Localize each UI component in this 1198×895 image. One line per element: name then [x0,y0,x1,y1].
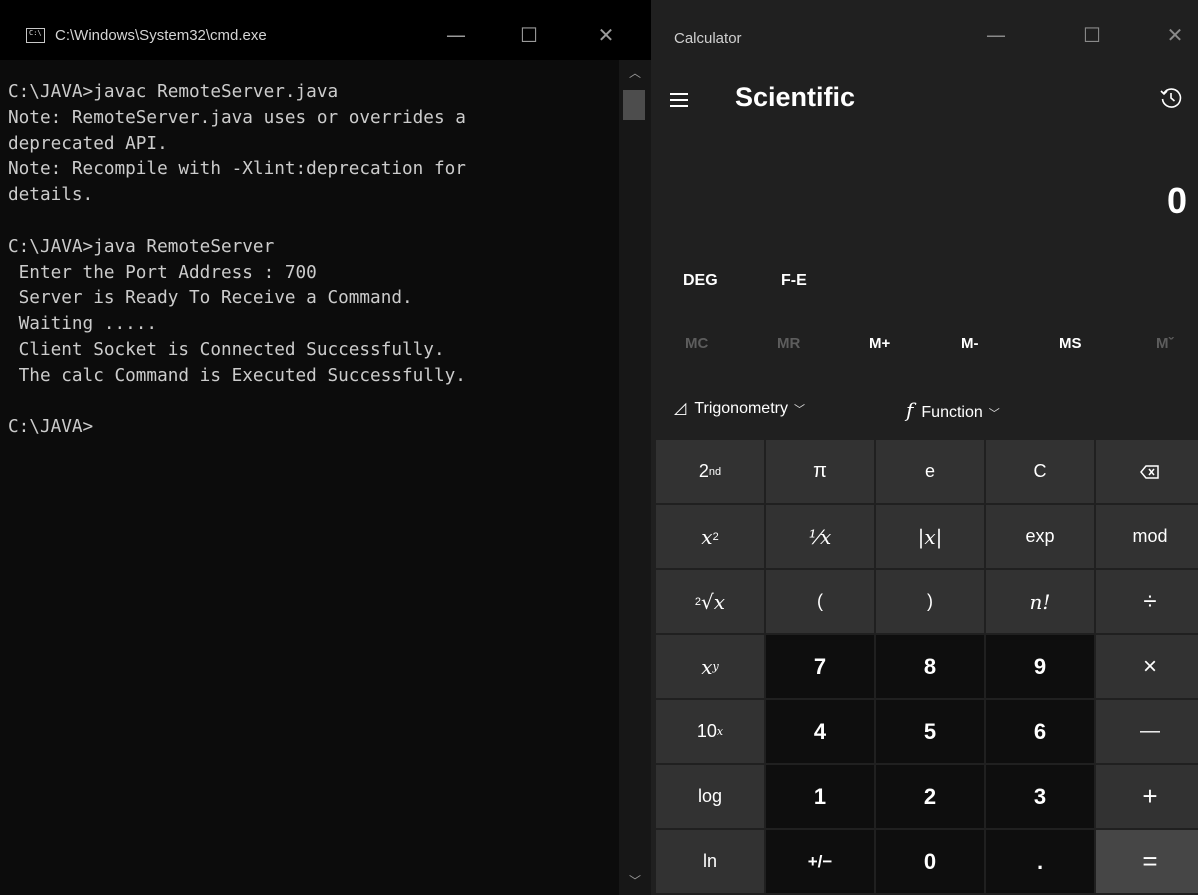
trigonometry-label: Trigonometry [694,400,788,417]
console-icon [26,28,45,43]
reciprocal-label: ⅟x [808,524,832,549]
equals-button[interactable]: = [1096,830,1198,893]
cmd-maximize-button[interactable]: ☐ [506,20,552,50]
log-button[interactable]: log [656,765,764,828]
second-sup: nd [708,465,722,478]
memory-add-button[interactable]: M+ [869,335,890,352]
subtract-button[interactable]: — [1096,700,1198,763]
trigonometry-dropdown[interactable]: ◿ Trigonometry ﹀ [674,398,805,418]
history-icon[interactable] [1159,86,1183,110]
memory-subtract-button[interactable]: M- [961,335,979,352]
factorial-label: n! [1029,589,1051,614]
cmd-close-button[interactable]: ✕ [583,20,629,50]
decimal-button[interactable]: . [986,830,1094,893]
memory-clear-button[interactable]: MC [685,335,708,352]
backspace-button[interactable] [1096,440,1198,503]
function-icon: f [906,398,914,422]
result-display: 0 [1166,180,1187,221]
left-paren-button[interactable]: ( [766,570,874,633]
digit-6-button[interactable]: 6 [986,700,1094,763]
ten-label: 10 [696,721,717,741]
digit-2-button[interactable]: 2 [876,765,984,828]
digit-7-button[interactable]: 7 [766,635,874,698]
pi-button[interactable]: π [766,440,874,503]
console-output[interactable]: C:\JAVA>javac RemoteServer.java Note: Re… [8,80,614,441]
second-function-button[interactable]: 2nd [656,440,764,503]
chevron-down-icon: ﹀ [988,408,1000,420]
negate-button[interactable]: +/− [766,830,874,893]
digit-9-button[interactable]: 9 [986,635,1094,698]
square-sup: 2 [712,530,719,543]
ten-sup: x [716,725,724,738]
function-row: ◿ Trigonometry ﹀ f Function ﹀ [651,380,1198,438]
ten-power-button[interactable]: 10 x [656,700,764,763]
mod-button[interactable]: mod [1096,505,1198,568]
triangle-ruler-icon: ◿ [674,400,687,417]
ln-button[interactable]: ln [656,830,764,893]
memory-store-button[interactable]: MS [1059,335,1082,352]
digit-8-button[interactable]: 8 [876,635,984,698]
digit-3-button[interactable]: 3 [986,765,1094,828]
scrollbar-thumb[interactable] [623,90,645,120]
abs-label: |x| [917,524,943,549]
cmd-minimize-button[interactable]: — [433,20,479,50]
calculator-window-title: Calculator [674,30,742,47]
cmd-scrollbar[interactable]: ︿ ﹀ [619,60,651,895]
square-label: x [701,524,713,549]
cmd-window-title: C:\Windows\System32\cmd.exe [55,27,267,44]
power-sup: y [712,660,719,673]
scroll-up-icon[interactable]: ︿ [619,64,651,81]
scroll-down-icon[interactable]: ﹀ [619,872,651,889]
digit-4-button[interactable]: 4 [766,700,874,763]
calculator-window: Calculator — ☐ ✕ Scientific 0 DEG F-E MC… [651,0,1198,895]
power-label: x [701,654,713,679]
reciprocal-button[interactable]: ⅟x [766,505,874,568]
backspace-icon [1140,464,1159,479]
digit-1-button[interactable]: 1 [766,765,874,828]
digit-0-button[interactable]: 0 [876,830,984,893]
factorial-button[interactable]: n! [986,570,1094,633]
right-paren-button[interactable]: ) [876,570,984,633]
menu-icon[interactable] [666,88,694,114]
cmd-window: C:\Windows\System32\cmd.exe — ☐ ✕ C:\JAV… [0,0,651,895]
calc-minimize-button[interactable]: — [973,20,1019,50]
function-label: Function [921,404,983,421]
second-label: 2 [698,461,709,481]
multiply-button[interactable]: × [1096,635,1198,698]
euler-button[interactable]: e [876,440,984,503]
memory-recall-button[interactable]: MR [777,335,800,352]
add-button[interactable]: + [1096,765,1198,828]
root-label: √x [701,589,726,614]
power-button[interactable]: xy [656,635,764,698]
clear-button[interactable]: C [986,440,1094,503]
digit-5-button[interactable]: 5 [876,700,984,763]
calc-maximize-button[interactable]: ☐ [1069,20,1115,50]
chevron-down-icon: ﹀ [793,404,805,416]
angle-unit-button[interactable]: DEG [683,272,718,290]
divide-button[interactable]: ÷ [1096,570,1198,633]
function-dropdown[interactable]: f Function ﹀ [906,398,1000,422]
cmd-titlebar[interactable]: C:\Windows\System32\cmd.exe — ☐ ✕ [0,0,651,60]
square-button[interactable]: x2 [656,505,764,568]
fe-notation-button[interactable]: F-E [781,272,807,290]
memory-list-button[interactable]: Mˇ [1156,335,1174,352]
calc-close-button[interactable]: ✕ [1152,20,1198,50]
square-root-button[interactable]: 2 √x [656,570,764,633]
mode-title: Scientific [735,82,856,112]
absolute-value-button[interactable]: |x| [876,505,984,568]
exp-button[interactable]: exp [986,505,1094,568]
